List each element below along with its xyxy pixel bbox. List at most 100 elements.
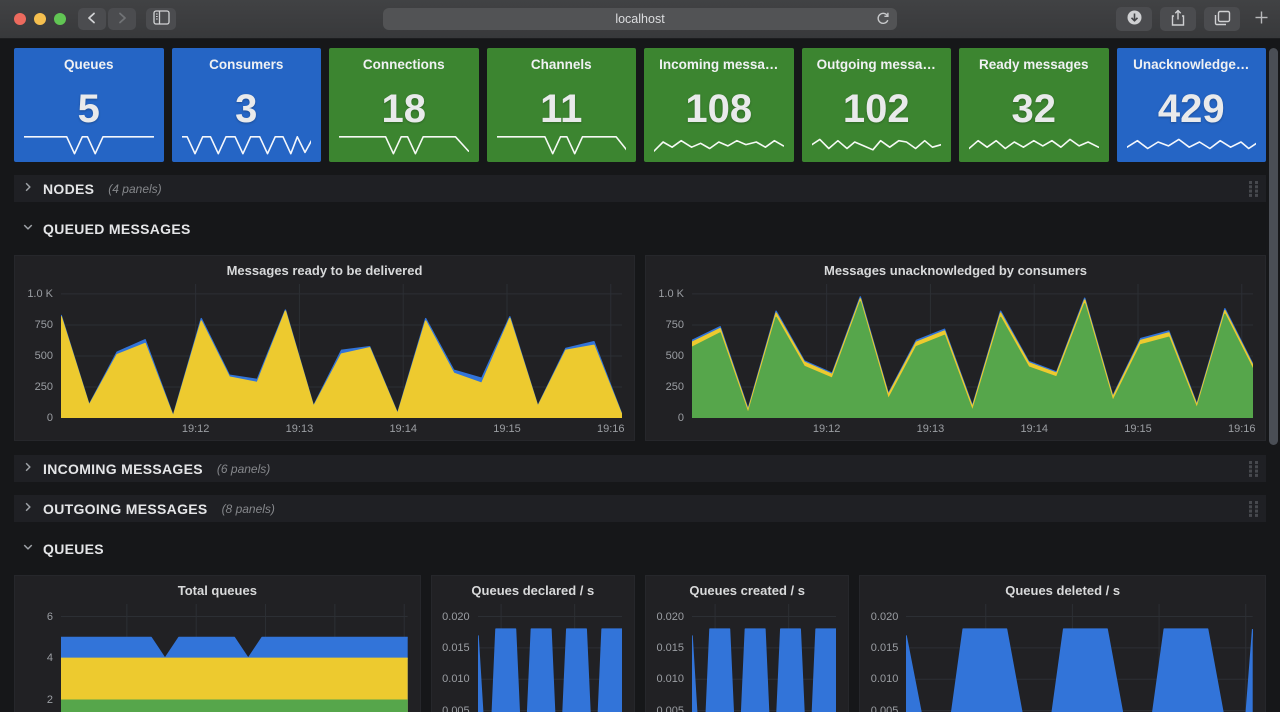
x-axis-tick-label: 19:13	[286, 423, 314, 435]
chevron-right-icon	[22, 500, 34, 518]
y-axis-tick-label: 0.015	[871, 642, 899, 654]
address-bar-url: localhost	[615, 12, 664, 26]
stat-value: 108	[644, 89, 794, 129]
window-zoom-button[interactable]	[54, 13, 66, 25]
y-axis-tick-label: 500	[35, 350, 53, 362]
y-axis-tick-label: 6	[47, 611, 53, 623]
window-close-button[interactable]	[14, 13, 26, 25]
x-axis: 19:1219:1319:1419:1519:16	[692, 418, 1253, 440]
sparkline	[1127, 127, 1257, 157]
drag-handle-icon[interactable]	[1248, 180, 1259, 202]
stat-panel-unacknowledged[interactable]: Unacknowledge… 429	[1117, 48, 1267, 162]
scrollbar[interactable]	[1269, 48, 1278, 445]
forward-button[interactable]	[108, 8, 136, 30]
panel-messages-unacknowledged: Messages unacknowledged by consumers 025…	[645, 255, 1266, 441]
row-queued-messages[interactable]: QUEUED MESSAGES	[14, 215, 1266, 242]
panel-title: Incoming messa…	[644, 57, 794, 72]
window-minimize-button[interactable]	[34, 13, 46, 25]
row-title: OUTGOING MESSAGES	[43, 501, 208, 517]
panel-title: Consumers	[172, 57, 322, 72]
y-axis-tick-label: 0.020	[656, 611, 684, 623]
stat-panel-outgoing-messages[interactable]: Outgoing messa… 102	[802, 48, 952, 162]
chevron-down-icon	[22, 220, 34, 238]
row-title: INCOMING MESSAGES	[43, 461, 203, 477]
panel-title[interactable]: Queues declared / s	[432, 576, 634, 604]
y-axis-tick-label: 1.0 K	[27, 288, 53, 300]
x-axis-tick-label: 19:12	[813, 423, 841, 435]
y-axis: 0.0050.0100.0150.020	[432, 604, 478, 712]
stat-panel-consumers[interactable]: Consumers 3	[172, 48, 322, 162]
browser-window: localhost	[0, 0, 1280, 712]
x-axis-tick-label: 19:16	[597, 423, 625, 435]
row-panel-count: (6 panels)	[217, 462, 270, 476]
panel-title: Queues	[14, 57, 164, 72]
stat-panel-incoming-messages[interactable]: Incoming messa… 108	[644, 48, 794, 162]
y-axis-tick-label: 0.010	[442, 673, 470, 685]
y-axis: 02505007501.0 K	[15, 284, 61, 418]
x-axis-tick-label: 19:15	[1124, 423, 1152, 435]
chart-plot-area[interactable]	[906, 604, 1253, 712]
drag-handle-icon[interactable]	[1248, 500, 1259, 522]
x-axis-tick-label: 19:14	[389, 423, 417, 435]
sparkline	[182, 127, 312, 157]
tab-overview-button[interactable]	[1204, 7, 1240, 31]
stat-value: 429	[1117, 89, 1267, 129]
row-incoming-messages[interactable]: INCOMING MESSAGES (6 panels)	[14, 455, 1266, 482]
row-title: NODES	[43, 181, 94, 197]
panel-title: Channels	[487, 57, 637, 72]
reload-icon[interactable]	[875, 11, 891, 32]
y-axis-tick-label: 250	[666, 381, 684, 393]
stat-panel-channels[interactable]: Channels 11	[487, 48, 637, 162]
downloads-button[interactable]	[1116, 7, 1152, 31]
chart-plot-area[interactable]	[61, 284, 622, 418]
share-button[interactable]	[1160, 7, 1196, 31]
panel-title: Connections	[329, 57, 479, 72]
row-nodes[interactable]: NODES (4 panels)	[14, 175, 1266, 202]
x-axis-tick-label: 19:14	[1020, 423, 1048, 435]
x-axis-tick-label: 19:16	[1228, 423, 1256, 435]
y-axis: 0.0050.0100.0150.020	[860, 604, 906, 712]
sidebar-toggle-button[interactable]	[146, 8, 176, 30]
chart-plot-area[interactable]	[692, 604, 836, 712]
y-axis-tick-label: 0.005	[871, 705, 899, 712]
y-axis-tick-label: 1.0 K	[658, 288, 684, 300]
chart-plot-area[interactable]	[61, 604, 408, 712]
panel-title: Unacknowledge…	[1117, 57, 1267, 72]
panel-title[interactable]: Messages ready to be delivered	[15, 256, 634, 284]
panel-title[interactable]: Queues deleted / s	[860, 576, 1265, 604]
panel-title[interactable]: Queues created / s	[646, 576, 848, 604]
y-axis-tick-label: 0	[47, 412, 53, 424]
drag-handle-icon[interactable]	[1248, 460, 1259, 482]
new-tab-button[interactable]	[1248, 7, 1274, 31]
row-title: QUEUES	[43, 541, 104, 557]
y-axis-tick-label: 4	[47, 652, 53, 664]
stat-value: 102	[802, 89, 952, 129]
stat-value: 32	[959, 89, 1109, 129]
back-button[interactable]	[78, 8, 106, 30]
chevron-right-icon	[22, 460, 34, 478]
sparkline	[497, 127, 627, 157]
row-outgoing-messages[interactable]: OUTGOING MESSAGES (8 panels)	[14, 495, 1266, 522]
sparkline	[339, 127, 469, 157]
queues-panels: Total queues 246 Queues declared / s 0.0…	[14, 575, 1266, 712]
panel-title[interactable]: Messages unacknowledged by consumers	[646, 256, 1265, 284]
x-axis-tick-label: 19:12	[182, 423, 210, 435]
panel-messages-ready: Messages ready to be delivered 025050075…	[14, 255, 635, 441]
address-bar[interactable]: localhost	[383, 8, 897, 30]
row-queues[interactable]: QUEUES	[14, 535, 1266, 562]
stat-value: 18	[329, 89, 479, 129]
stat-panel-row: Queues 5 Consumers 3 Connections 18 Chan…	[14, 48, 1266, 162]
stat-value: 5	[14, 89, 164, 129]
stat-panel-connections[interactable]: Connections 18	[329, 48, 479, 162]
y-axis-tick-label: 0.020	[871, 611, 899, 623]
grafana-dashboard: Queues 5 Consumers 3 Connections 18 Chan…	[0, 38, 1280, 712]
chart-plot-area[interactable]	[478, 604, 622, 712]
y-axis-tick-label: 750	[666, 319, 684, 331]
stat-panel-ready-messages[interactable]: Ready messages 32	[959, 48, 1109, 162]
y-axis-tick-label: 0.015	[656, 642, 684, 654]
y-axis-tick-label: 0.010	[656, 673, 684, 685]
panel-title[interactable]: Total queues	[15, 576, 420, 604]
y-axis: 02505007501.0 K	[646, 284, 692, 418]
chart-plot-area[interactable]	[692, 284, 1253, 418]
stat-panel-queues[interactable]: Queues 5	[14, 48, 164, 162]
